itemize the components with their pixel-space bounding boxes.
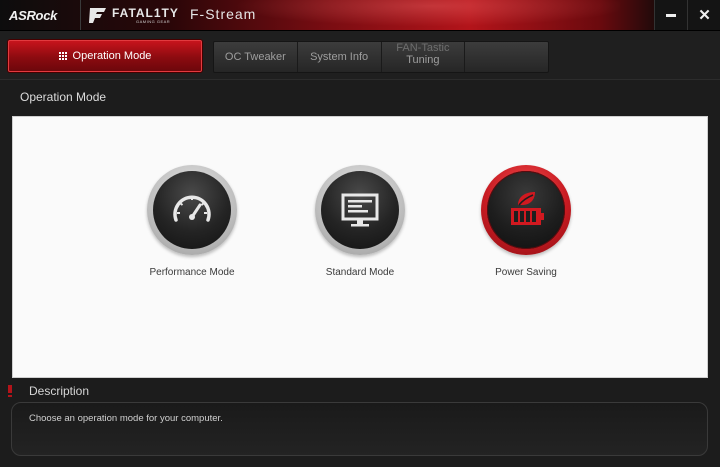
eco-battery-icon	[511, 192, 544, 225]
mode-panel: Performance Mode Standard Mode Power Sav…	[12, 116, 708, 378]
minimize-button[interactable]	[654, 0, 687, 30]
description-header: Description	[0, 381, 720, 401]
tab-system-info[interactable]: System Info	[298, 42, 382, 72]
mode-button[interactable]	[487, 171, 565, 249]
fatality-brand-tag: GAMING GEAR	[136, 19, 171, 24]
description-title: Description	[29, 384, 90, 398]
tab-label: OC Tweaker	[224, 51, 286, 63]
title-bar-highlight	[200, 0, 620, 30]
mode-button-ring[interactable]	[147, 165, 237, 255]
tab-label-line1: FAN-Tastic	[396, 42, 450, 54]
mode-button[interactable]	[153, 171, 231, 249]
mode-button-ring[interactable]	[481, 165, 571, 255]
app-title: F-Stream	[190, 6, 257, 22]
close-icon: ✕	[698, 7, 711, 24]
mode-button-ring[interactable]	[315, 165, 405, 255]
mode-button[interactable]	[321, 171, 399, 249]
speedometer-icon	[173, 195, 211, 222]
title-bar: ASRock FATAL1TY GAMING GEAR F-Stream ✕	[0, 0, 720, 31]
section-title: Operation Mode	[20, 90, 107, 104]
description-text: Choose an operation mode for your comput…	[29, 413, 223, 424]
minimize-icon	[666, 13, 676, 17]
tab-fan-tastic-tuning[interactable]: FAN-Tastic Tuning	[382, 42, 466, 72]
fatality-logo-icon	[89, 8, 106, 23]
standard-mode-option[interactable]: Standard Mode	[280, 165, 440, 278]
description-box: Choose an operation mode for your comput…	[11, 402, 708, 456]
tab-label-line2: Tuning	[406, 54, 440, 66]
tab-oc-tweaker[interactable]: OC Tweaker	[214, 42, 298, 72]
monitor-icon	[341, 193, 379, 227]
asrock-logo: ASRock	[9, 8, 58, 23]
tab-settings[interactable]	[465, 42, 548, 72]
close-button[interactable]: ✕	[687, 0, 720, 30]
standard-mode-label: Standard Mode	[325, 267, 395, 278]
tab-operation-mode[interactable]: Operation Mode	[8, 40, 202, 72]
tab-label: System Info	[310, 51, 369, 63]
performance-mode-label: Performance Mode	[149, 267, 235, 278]
fatality-brand: FATAL1TY	[112, 6, 179, 20]
grid-icon	[58, 52, 67, 60]
tab-bar: Operation Mode OC Tweaker System Info FA…	[0, 31, 720, 80]
tab-operation-mode-label: Operation Mode	[72, 50, 152, 62]
tab-group: OC Tweaker System Info FAN-Tastic Tuning	[213, 41, 549, 73]
power-saving-option[interactable]: Power Saving	[446, 165, 606, 278]
title-divider	[80, 0, 81, 30]
info-marker-icon	[8, 385, 12, 397]
performance-mode-option[interactable]: Performance Mode	[112, 165, 272, 278]
power-saving-label: Power Saving	[495, 267, 557, 278]
